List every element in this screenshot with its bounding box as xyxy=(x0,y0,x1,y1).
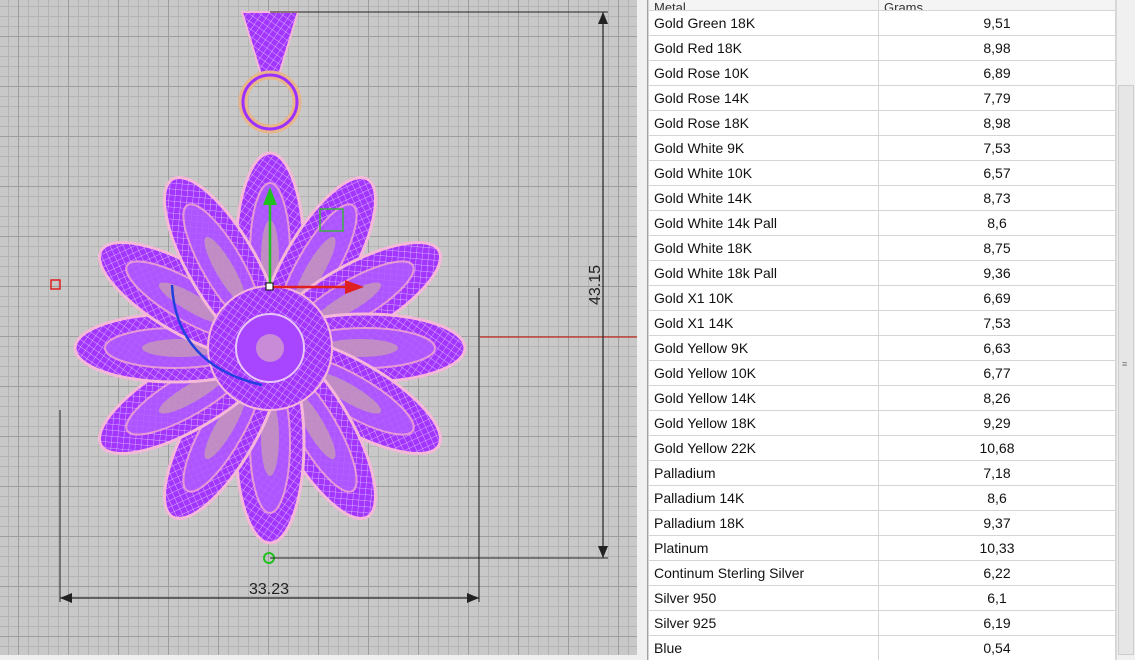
grams-cell[interactable]: 8,26 xyxy=(878,385,1116,411)
metal-cell[interactable]: Gold White 14K xyxy=(648,185,879,211)
grams-cell[interactable]: 7,53 xyxy=(878,310,1116,336)
metal-cell[interactable]: Gold White 14k Pall xyxy=(648,210,879,236)
grams-cell[interactable]: 8,6 xyxy=(878,485,1116,511)
metal-cell[interactable]: Palladium 14K xyxy=(648,485,879,511)
metal-cell[interactable]: Gold Rose 18K xyxy=(648,110,879,136)
pendant-bail[interactable] xyxy=(238,11,302,134)
table-body: Gold Green 18K 9,51 Gold Red 18K 8,98 Gold R… xyxy=(648,10,1116,660)
table-row[interactable]: Palladium 14K 8,6 xyxy=(648,485,1116,511)
metal-cell[interactable]: Gold Green 18K xyxy=(648,10,879,36)
grams-cell[interactable]: 6,77 xyxy=(878,360,1116,386)
column-header-metal[interactable]: Metal xyxy=(648,0,879,11)
metal-cell[interactable]: Gold X1 14K xyxy=(648,310,879,336)
grams-cell[interactable]: 8,73 xyxy=(878,185,1116,211)
grams-cell[interactable]: 9,51 xyxy=(878,10,1116,36)
table-row[interactable]: Silver 950 6,1 xyxy=(648,585,1116,611)
metal-cell[interactable]: Gold White 18K xyxy=(648,235,879,261)
grams-cell[interactable]: 8,75 xyxy=(878,235,1116,261)
metal-cell[interactable]: Platinum xyxy=(648,535,879,561)
table-row[interactable]: Gold Yellow 10K 6,77 xyxy=(648,360,1116,386)
metal-cell[interactable]: Silver 950 xyxy=(648,585,879,611)
table-row[interactable]: Gold White 10K 6,57 xyxy=(648,160,1116,186)
table-row[interactable]: Gold Rose 18K 8,98 xyxy=(648,110,1116,136)
table-row[interactable]: Gold White 18k Pall 9,36 xyxy=(648,260,1116,286)
grams-cell[interactable]: 9,36 xyxy=(878,260,1116,286)
grams-cell[interactable]: 8,6 xyxy=(878,210,1116,236)
table-row[interactable]: Gold White 18K 8,75 xyxy=(648,235,1116,261)
grams-cell[interactable]: 7,18 xyxy=(878,460,1116,486)
grams-cell[interactable]: 6,69 xyxy=(878,285,1116,311)
table-row[interactable]: Gold Green 18K 9,51 xyxy=(648,10,1116,36)
table-row[interactable]: Gold Red 18K 8,98 xyxy=(648,35,1116,61)
grams-cell[interactable]: 7,53 xyxy=(878,135,1116,161)
grams-cell[interactable]: 6,63 xyxy=(878,335,1116,361)
grams-cell[interactable]: 6,19 xyxy=(878,610,1116,636)
metal-cell[interactable]: Gold Rose 14K xyxy=(648,85,879,111)
metal-cell[interactable]: Blue xyxy=(648,635,879,660)
height-dimension-label: 43.15 xyxy=(587,265,604,305)
table-row[interactable]: Palladium 7,18 xyxy=(648,460,1116,486)
grams-cell[interactable]: 10,33 xyxy=(878,535,1116,561)
grams-cell[interactable]: 10,68 xyxy=(878,435,1116,461)
table-row[interactable]: Gold White 14k Pall 8,6 xyxy=(648,210,1116,236)
table-header-row: Metal Grams xyxy=(648,0,1116,11)
3d-viewport[interactable]: 43.15 33.23 xyxy=(0,0,637,655)
table-row[interactable]: Gold Yellow 14K 8,26 xyxy=(648,385,1116,411)
metal-cell[interactable]: Gold White 9K xyxy=(648,135,879,161)
table-row[interactable]: Blue 0,54 xyxy=(648,635,1116,660)
table-row[interactable]: Gold Rose 14K 7,79 xyxy=(648,85,1116,111)
metal-weight-table: Metal Grams Gold Green 18K 9,51 Gold Red 1… xyxy=(648,0,1116,660)
metal-cell[interactable]: Gold X1 10K xyxy=(648,285,879,311)
table-row[interactable]: Gold Rose 10K 6,89 xyxy=(648,60,1116,86)
grams-cell[interactable]: 9,37 xyxy=(878,510,1116,536)
table-scrollbar[interactable]: ≡ xyxy=(1116,0,1135,660)
metal-weight-table-panel: Metal Grams Gold Green 18K 9,51 Gold Red 1… xyxy=(647,0,1116,660)
table-row[interactable]: Gold Yellow 18K 9,29 xyxy=(648,410,1116,436)
grams-cell[interactable]: 0,54 xyxy=(878,635,1116,660)
panel-divider[interactable] xyxy=(637,0,647,660)
metal-cell[interactable]: Gold White 18k Pall xyxy=(648,260,879,286)
table-row[interactable]: Gold Yellow 9K 6,63 xyxy=(648,335,1116,361)
grip-icon: ≡ xyxy=(1122,359,1128,369)
metal-cell[interactable]: Gold Yellow 22K xyxy=(648,435,879,461)
metal-cell[interactable]: Gold Yellow 14K xyxy=(648,385,879,411)
metal-cell[interactable]: Gold Rose 10K xyxy=(648,60,879,86)
metal-cell[interactable]: Gold White 10K xyxy=(648,160,879,186)
grams-cell[interactable]: 6,22 xyxy=(878,560,1116,586)
grams-cell[interactable]: 8,98 xyxy=(878,110,1116,136)
metal-cell[interactable]: Gold Yellow 18K xyxy=(648,410,879,436)
table-row[interactable]: Silver 925 6,19 xyxy=(648,610,1116,636)
metal-cell[interactable]: Gold Red 18K xyxy=(648,35,879,61)
table-row[interactable]: Continum Sterling Silver 6,22 xyxy=(648,560,1116,586)
viewport-bottom-border xyxy=(0,655,647,660)
grams-cell[interactable]: 8,98 xyxy=(878,35,1116,61)
metal-cell[interactable]: Palladium xyxy=(648,460,879,486)
grams-cell[interactable]: 7,79 xyxy=(878,85,1116,111)
table-row[interactable]: Gold White 14K 8,73 xyxy=(648,185,1116,211)
table-row[interactable]: Gold Yellow 22K 10,68 xyxy=(648,435,1116,461)
table-row[interactable]: Palladium 18K 9,37 xyxy=(648,510,1116,536)
table-row[interactable]: Gold White 9K 7,53 xyxy=(648,135,1116,161)
metal-cell[interactable]: Gold Yellow 9K xyxy=(648,335,879,361)
scrollbar-thumb[interactable]: ≡ xyxy=(1118,85,1134,655)
table-row[interactable]: Gold X1 14K 7,53 xyxy=(648,310,1116,336)
grams-cell[interactable]: 6,57 xyxy=(878,160,1116,186)
table-row[interactable]: Platinum 10,33 xyxy=(648,535,1116,561)
viewport-canvas: 43.15 33.23 xyxy=(50,11,637,603)
width-dimension-label: 33.23 xyxy=(249,581,289,598)
table-row[interactable]: Gold X1 10K 6,69 xyxy=(648,285,1116,311)
metal-cell[interactable]: Silver 925 xyxy=(648,610,879,636)
grams-cell[interactable]: 6,89 xyxy=(878,60,1116,86)
metal-cell[interactable]: Palladium 18K xyxy=(648,510,879,536)
grams-cell[interactable]: 9,29 xyxy=(878,410,1116,436)
grams-cell[interactable]: 6,1 xyxy=(878,585,1116,611)
metal-cell[interactable]: Gold Yellow 10K xyxy=(648,360,879,386)
column-header-grams[interactable]: Grams xyxy=(878,0,1116,11)
metal-cell[interactable]: Continum Sterling Silver xyxy=(648,560,879,586)
